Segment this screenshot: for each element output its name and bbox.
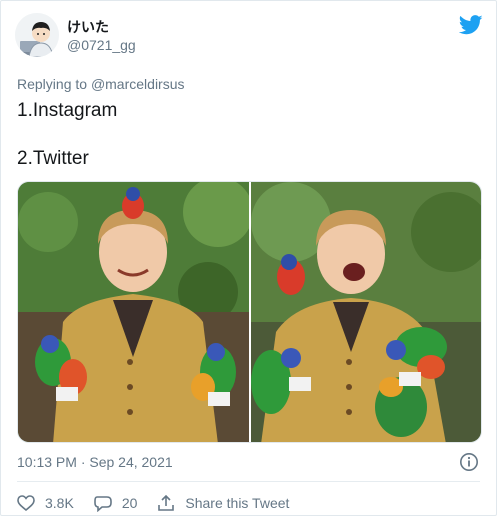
like-count: 3.8K: [45, 495, 74, 511]
display-name[interactable]: けいた: [67, 18, 136, 36]
tweet-header: けいた @0721_gg: [15, 13, 485, 63]
reply-prefix: Replying to: [17, 76, 88, 92]
share-action[interactable]: Share this Tweet: [157, 494, 289, 512]
tweet-media[interactable]: [17, 181, 482, 443]
tweet-text-line-1: 1.Instagram: [17, 100, 118, 121]
photo-right[interactable]: [251, 182, 481, 442]
handle[interactable]: @0721_gg: [67, 36, 136, 54]
info-icon[interactable]: [459, 452, 479, 472]
twitter-bird-icon[interactable]: [458, 15, 483, 35]
share-label: Share this Tweet: [185, 495, 290, 511]
reply-action[interactable]: 20: [94, 495, 138, 512]
photo-left[interactable]: [18, 182, 249, 442]
share-icon: [158, 494, 175, 511]
tweet-text-line-2: 2.Twitter: [17, 148, 89, 169]
reply-count: 20: [121, 495, 138, 511]
tweet-timestamp[interactable]: 10:13 PM · Sep 24, 2021: [17, 453, 173, 471]
reply-bubble-icon: [94, 495, 112, 512]
like-action[interactable]: 3.8K: [17, 495, 74, 511]
author-names: けいた @0721_gg: [67, 18, 136, 54]
heart-icon: [17, 495, 35, 511]
tweet-card: けいた @0721_gg Replying to @marceldirsus 1…: [0, 0, 497, 516]
avatar[interactable]: [15, 13, 59, 57]
tweet-actions: 3.8K 20 Share this Tweet: [17, 491, 309, 515]
divider: [17, 481, 480, 482]
replying-to: Replying to @marceldirsus: [17, 75, 185, 93]
reply-mention[interactable]: @marceldirsus: [91, 76, 185, 92]
